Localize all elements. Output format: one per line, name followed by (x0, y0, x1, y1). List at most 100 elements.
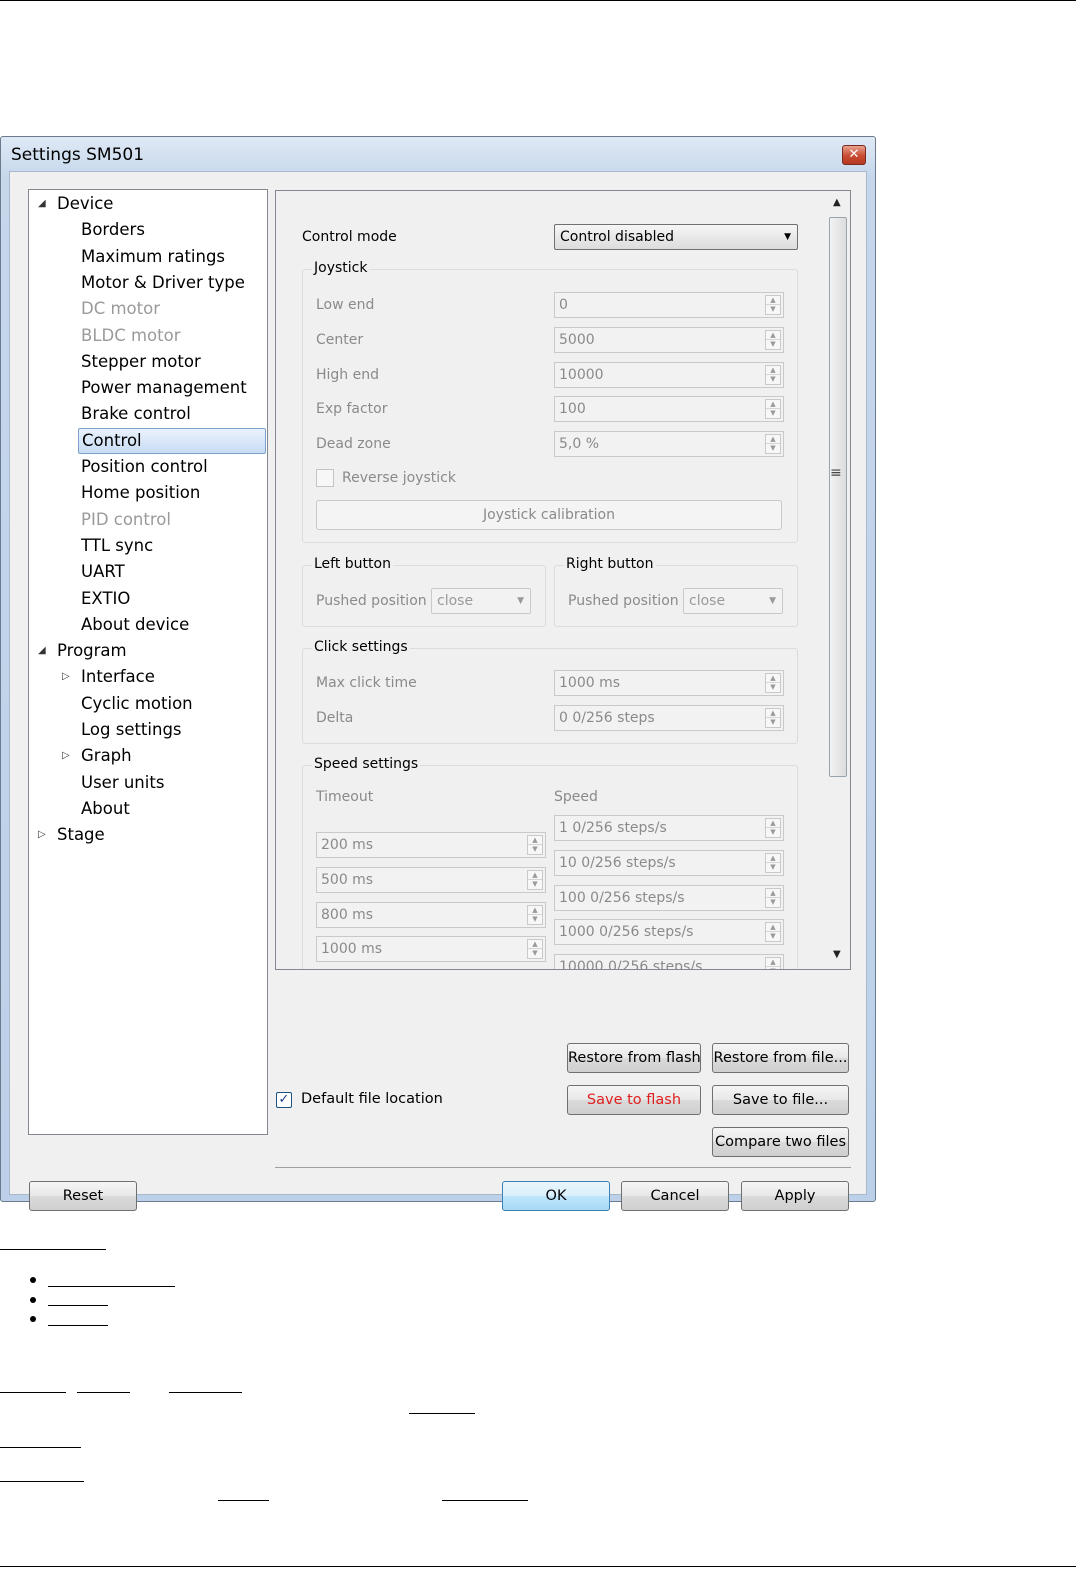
link-underline[interactable] (0, 1447, 81, 1448)
link-underline[interactable] (0, 1481, 84, 1482)
spin-buttons[interactable]: ▲▼ (765, 922, 781, 943)
spin-up-icon[interactable]: ▲ (528, 836, 542, 845)
spin-down-icon[interactable]: ▼ (766, 967, 780, 969)
default-file-location-checkbox[interactable]: ✓ (276, 1092, 292, 1108)
scrollbar-thumb[interactable] (829, 217, 847, 777)
tree-item-user-units[interactable]: User units (81, 770, 164, 796)
spin-up-icon[interactable]: ▲ (766, 709, 780, 718)
tree-item-about[interactable]: About (81, 796, 130, 822)
spin-buttons[interactable]: ▲▼ (765, 330, 781, 350)
speed-spinbox[interactable]: 100 0/256 steps/s ▲ ▼ (554, 884, 784, 911)
right-pushed-position-select[interactable]: close ▼ (683, 588, 783, 614)
spin-down-icon[interactable]: ▼ (766, 718, 780, 727)
tree-item-about-device[interactable]: About device (81, 612, 189, 638)
spin-up-icon[interactable]: ▲ (766, 296, 780, 305)
timeout-spinbox[interactable]: 800 ms ▲ ▼ (316, 901, 546, 928)
spin-buttons[interactable]: ▲▼ (765, 708, 781, 728)
joystick-calibration-button[interactable]: Joystick calibration (316, 500, 782, 530)
speed-spinbox[interactable]: 10000 0/256 steps/s ▲▼ (554, 954, 784, 969)
spin-down-icon[interactable]: ▼ (766, 409, 780, 418)
tree-item-dc-motor[interactable]: DC motor (81, 296, 160, 322)
spin-down-icon[interactable]: ▼ (766, 932, 780, 941)
tree-item-home-position[interactable]: Home position (81, 480, 200, 506)
link-underline[interactable] (442, 1500, 528, 1501)
spin-up-icon[interactable]: ▲ (766, 366, 780, 375)
tree-item-extio[interactable]: EXTIO (81, 586, 130, 612)
tree-item-bldc-motor[interactable]: BLDC motor (81, 323, 181, 349)
spin-up-icon[interactable]: ▲ (528, 940, 542, 950)
tree-item-brake-control[interactable]: Brake control (81, 401, 191, 427)
spin-buttons[interactable]: ▲▼ (765, 852, 781, 873)
save-to-file-button[interactable]: Save to file... (712, 1085, 849, 1115)
close-icon[interactable]: ✕ (842, 145, 866, 165)
link-underline[interactable] (409, 1413, 475, 1414)
expanded-arrow-icon[interactable]: ◢ (38, 638, 50, 664)
link-underline[interactable] (0, 1249, 106, 1250)
spin-down-icon[interactable]: ▼ (528, 880, 542, 889)
spin-buttons[interactable]: ▲▼ (765, 399, 781, 419)
spin-buttons[interactable]: ▲▼ (765, 295, 781, 315)
spin-down-icon[interactable]: ▼ (766, 375, 780, 384)
tree-item-stepper-motor[interactable]: Stepper motor (81, 349, 201, 375)
spin-buttons[interactable]: ▲▼ (527, 869, 543, 890)
restore-from-flash-button[interactable]: Restore from flash (567, 1043, 701, 1073)
spin-down-icon[interactable]: ▼ (766, 444, 780, 453)
spin-down-icon[interactable]: ▼ (528, 949, 542, 958)
dead-zone-spinbox[interactable]: 5,0 % ▲ ▼ (554, 431, 784, 457)
spin-down-icon[interactable]: ▼ (766, 898, 780, 907)
settings-tree[interactable]: ◢ Device Borders Maximum ratings Motor & Dri… (28, 189, 268, 1135)
speed-spinbox[interactable]: 1 0/256 steps/s ▲ ▼ (554, 815, 784, 841)
spin-up-icon[interactable]: ▲ (528, 871, 542, 880)
control-mode-select[interactable]: Control disabled ▼ (554, 224, 798, 250)
link-underline[interactable] (48, 1305, 108, 1306)
spin-down-icon[interactable]: ▼ (528, 915, 542, 924)
spin-up-icon[interactable]: ▲ (766, 435, 780, 444)
tree-item-position-control[interactable]: Position control (81, 454, 208, 480)
ok-button[interactable]: OK (502, 1181, 610, 1211)
link-underline[interactable] (48, 1325, 108, 1326)
spin-buttons[interactable]: ▲▼ (765, 887, 781, 908)
center-spinbox[interactable]: 5000 ▲ ▼ (554, 327, 784, 353)
link-underline[interactable] (218, 1500, 269, 1501)
link-underline[interactable] (48, 1286, 175, 1287)
spin-buttons[interactable]: ▲▼ (765, 957, 781, 969)
timeout-spinbox[interactable]: 500 ms ▲ ▼ (316, 866, 546, 893)
max-click-time-spinbox[interactable]: 1000 ms ▲ ▼ (554, 670, 784, 696)
tree-item-pid-control[interactable]: PID control (81, 507, 171, 533)
spin-buttons[interactable]: ▲▼ (527, 939, 543, 960)
spin-up-icon[interactable]: ▲ (766, 331, 780, 340)
tree-item-uart[interactable]: UART (81, 559, 125, 585)
spin-up-icon[interactable]: ▲ (766, 958, 780, 968)
control-settings-panel[interactable]: Control mode Control disabled ▼ Joystick… (275, 190, 851, 970)
cancel-button[interactable]: Cancel (621, 1181, 729, 1211)
speed-spinbox[interactable]: 1000 0/256 steps/s ▲ ▼ (554, 919, 784, 946)
spin-down-icon[interactable]: ▼ (766, 828, 780, 837)
reset-button[interactable]: Reset (29, 1181, 137, 1211)
scroll-down-icon[interactable]: ▼ (833, 949, 841, 960)
link-underline[interactable] (0, 1392, 66, 1393)
tree-item-maximum-ratings[interactable]: Maximum ratings (81, 244, 225, 270)
spin-buttons[interactable]: ▲▼ (765, 365, 781, 385)
spin-buttons[interactable]: ▲▼ (765, 434, 781, 454)
tree-item-log-settings[interactable]: Log settings (81, 717, 182, 743)
reverse-joystick-checkbox[interactable] (316, 469, 334, 487)
spin-buttons[interactable]: ▲▼ (765, 673, 781, 693)
timeout-spinbox[interactable]: 200 ms ▲ ▼ (316, 832, 546, 858)
delta-spinbox[interactable]: 0 0/256 steps ▲ ▼ (554, 705, 784, 731)
tree-item-interface[interactable]: Interface (81, 664, 155, 690)
expanded-arrow-icon[interactable]: ◢ (38, 191, 50, 217)
spin-up-icon[interactable]: ▲ (528, 906, 542, 915)
save-to-flash-button[interactable]: Save to flash (567, 1085, 701, 1115)
spin-down-icon[interactable]: ▼ (766, 863, 780, 872)
left-pushed-position-select[interactable]: close ▼ (431, 588, 531, 614)
tree-item-graph[interactable]: Graph (81, 743, 132, 769)
scroll-up-icon[interactable]: ▲ (833, 197, 841, 208)
spin-down-icon[interactable]: ▼ (766, 683, 780, 692)
tree-item-program[interactable]: Program (57, 638, 127, 664)
spin-buttons[interactable]: ▲▼ (765, 818, 781, 838)
restore-from-file-button[interactable]: Restore from file... (712, 1043, 849, 1073)
low-end-spinbox[interactable]: 0 ▲ ▼ (554, 292, 784, 318)
spin-up-icon[interactable]: ▲ (766, 400, 780, 409)
spin-up-icon[interactable]: ▲ (766, 923, 780, 933)
tree-item-ttl-sync[interactable]: TTL sync (81, 533, 153, 559)
